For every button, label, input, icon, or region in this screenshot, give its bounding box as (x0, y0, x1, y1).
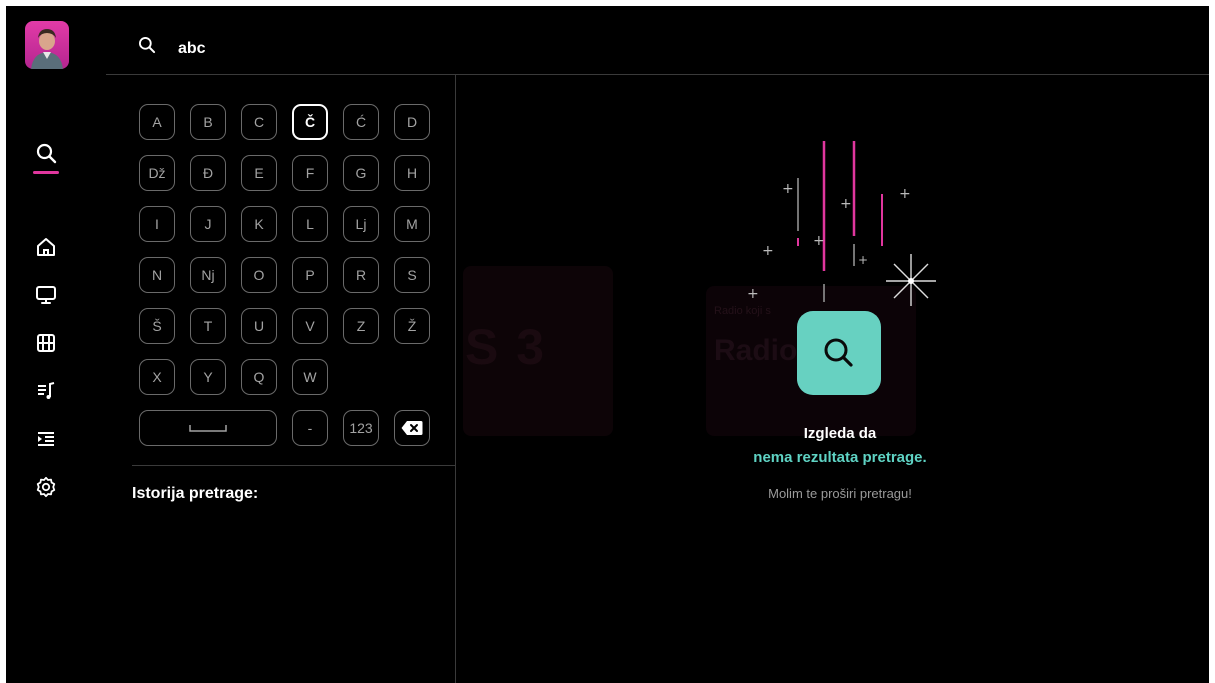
key[interactable]: L (292, 206, 328, 242)
search-bar[interactable]: abc (106, 6, 1209, 75)
key[interactable]: E (241, 155, 277, 191)
panel-divider (455, 74, 456, 683)
key[interactable]: O (241, 257, 277, 293)
key[interactable]: R (343, 257, 379, 293)
key[interactable]: Ž (394, 308, 430, 344)
key[interactable]: Y (190, 359, 226, 395)
search-input[interactable]: abc (178, 40, 206, 58)
background-title: Radio (714, 334, 798, 367)
space-key[interactable] (139, 410, 277, 446)
sidebar-item-search[interactable] (30, 137, 62, 169)
key[interactable]: Č (292, 104, 328, 140)
svg-text:+: + (782, 181, 794, 197)
svg-text:+: + (813, 233, 825, 249)
key[interactable]: V (292, 308, 328, 344)
queue-list-icon (38, 432, 54, 446)
key[interactable]: Nj (190, 257, 226, 293)
avatar-image (31, 29, 63, 69)
settings-icon (36, 476, 56, 498)
sidebar-item-settings[interactable] (30, 471, 62, 503)
sidebar-item-tv[interactable] (30, 279, 62, 311)
dash-key[interactable]: - (292, 410, 328, 446)
sidebar (6, 6, 106, 683)
key[interactable]: P (292, 257, 328, 293)
empty-state-hint: Molim te proširi pretragu! (768, 486, 912, 501)
backspace-key[interactable] (394, 410, 430, 446)
key[interactable]: H (394, 155, 430, 191)
sidebar-item-music[interactable] (30, 375, 62, 407)
key[interactable]: Dž (139, 155, 175, 191)
key[interactable]: A (139, 104, 175, 140)
svg-text:+: + (899, 186, 911, 202)
sidebar-item-home[interactable] (30, 231, 62, 263)
key[interactable]: Q (241, 359, 277, 395)
tv-icon (36, 286, 56, 304)
key[interactable]: D (394, 104, 430, 140)
film-icon (37, 334, 55, 352)
sidebar-item-queue[interactable] (30, 423, 62, 455)
svg-text:+: + (747, 286, 759, 302)
key[interactable]: F (292, 155, 328, 191)
search-icon (139, 37, 156, 54)
key[interactable]: N (139, 257, 175, 293)
background-logo-text: S 3 (465, 319, 547, 375)
key[interactable]: S (394, 257, 430, 293)
empty-state-highlight: nema rezultata pretrage. (753, 449, 927, 466)
key[interactable]: G (343, 155, 379, 191)
key[interactable]: T (190, 308, 226, 344)
search-result-placeholder (797, 311, 881, 395)
empty-state-title: Izgleda da (803, 425, 877, 442)
key[interactable]: I (139, 206, 175, 242)
active-indicator (33, 171, 59, 174)
numbers-key[interactable]: 123 (343, 410, 379, 446)
keyboard-divider (132, 465, 455, 466)
svg-text:+: + (762, 243, 774, 259)
sidebar-item-movies[interactable] (30, 327, 62, 359)
key[interactable]: B (190, 104, 226, 140)
key[interactable]: U (241, 308, 277, 344)
key[interactable]: Lj (343, 206, 379, 242)
search-history-title: Istorija pretrage: (132, 485, 259, 502)
music-list-icon (38, 382, 55, 399)
key[interactable]: X (139, 359, 175, 395)
avatar[interactable] (25, 21, 69, 69)
key[interactable]: C (241, 104, 277, 140)
search-icon (36, 143, 57, 164)
space-icon (189, 425, 227, 432)
key[interactable]: Š (139, 308, 175, 344)
key[interactable]: J (190, 206, 226, 242)
key[interactable]: K (241, 206, 277, 242)
svg-text:+: + (858, 253, 868, 267)
svg-text:+: + (840, 196, 852, 212)
search-icon (824, 338, 853, 367)
key[interactable]: Đ (190, 155, 226, 191)
no-results-illustration: + + + + + + + (747, 141, 936, 306)
key[interactable]: Ć (343, 104, 379, 140)
key[interactable]: Z (343, 308, 379, 344)
key[interactable]: M (394, 206, 430, 242)
home-icon (37, 238, 55, 256)
key[interactable]: W (292, 359, 328, 395)
app-screen: abc A B C Č Ć D Dž Đ E F G H I J K L Lj M N Nj O P R S Š T U V Z Ž X Y Q… (6, 6, 1209, 683)
background-caption: Radio koji s (714, 305, 771, 317)
backspace-icon (401, 421, 423, 435)
